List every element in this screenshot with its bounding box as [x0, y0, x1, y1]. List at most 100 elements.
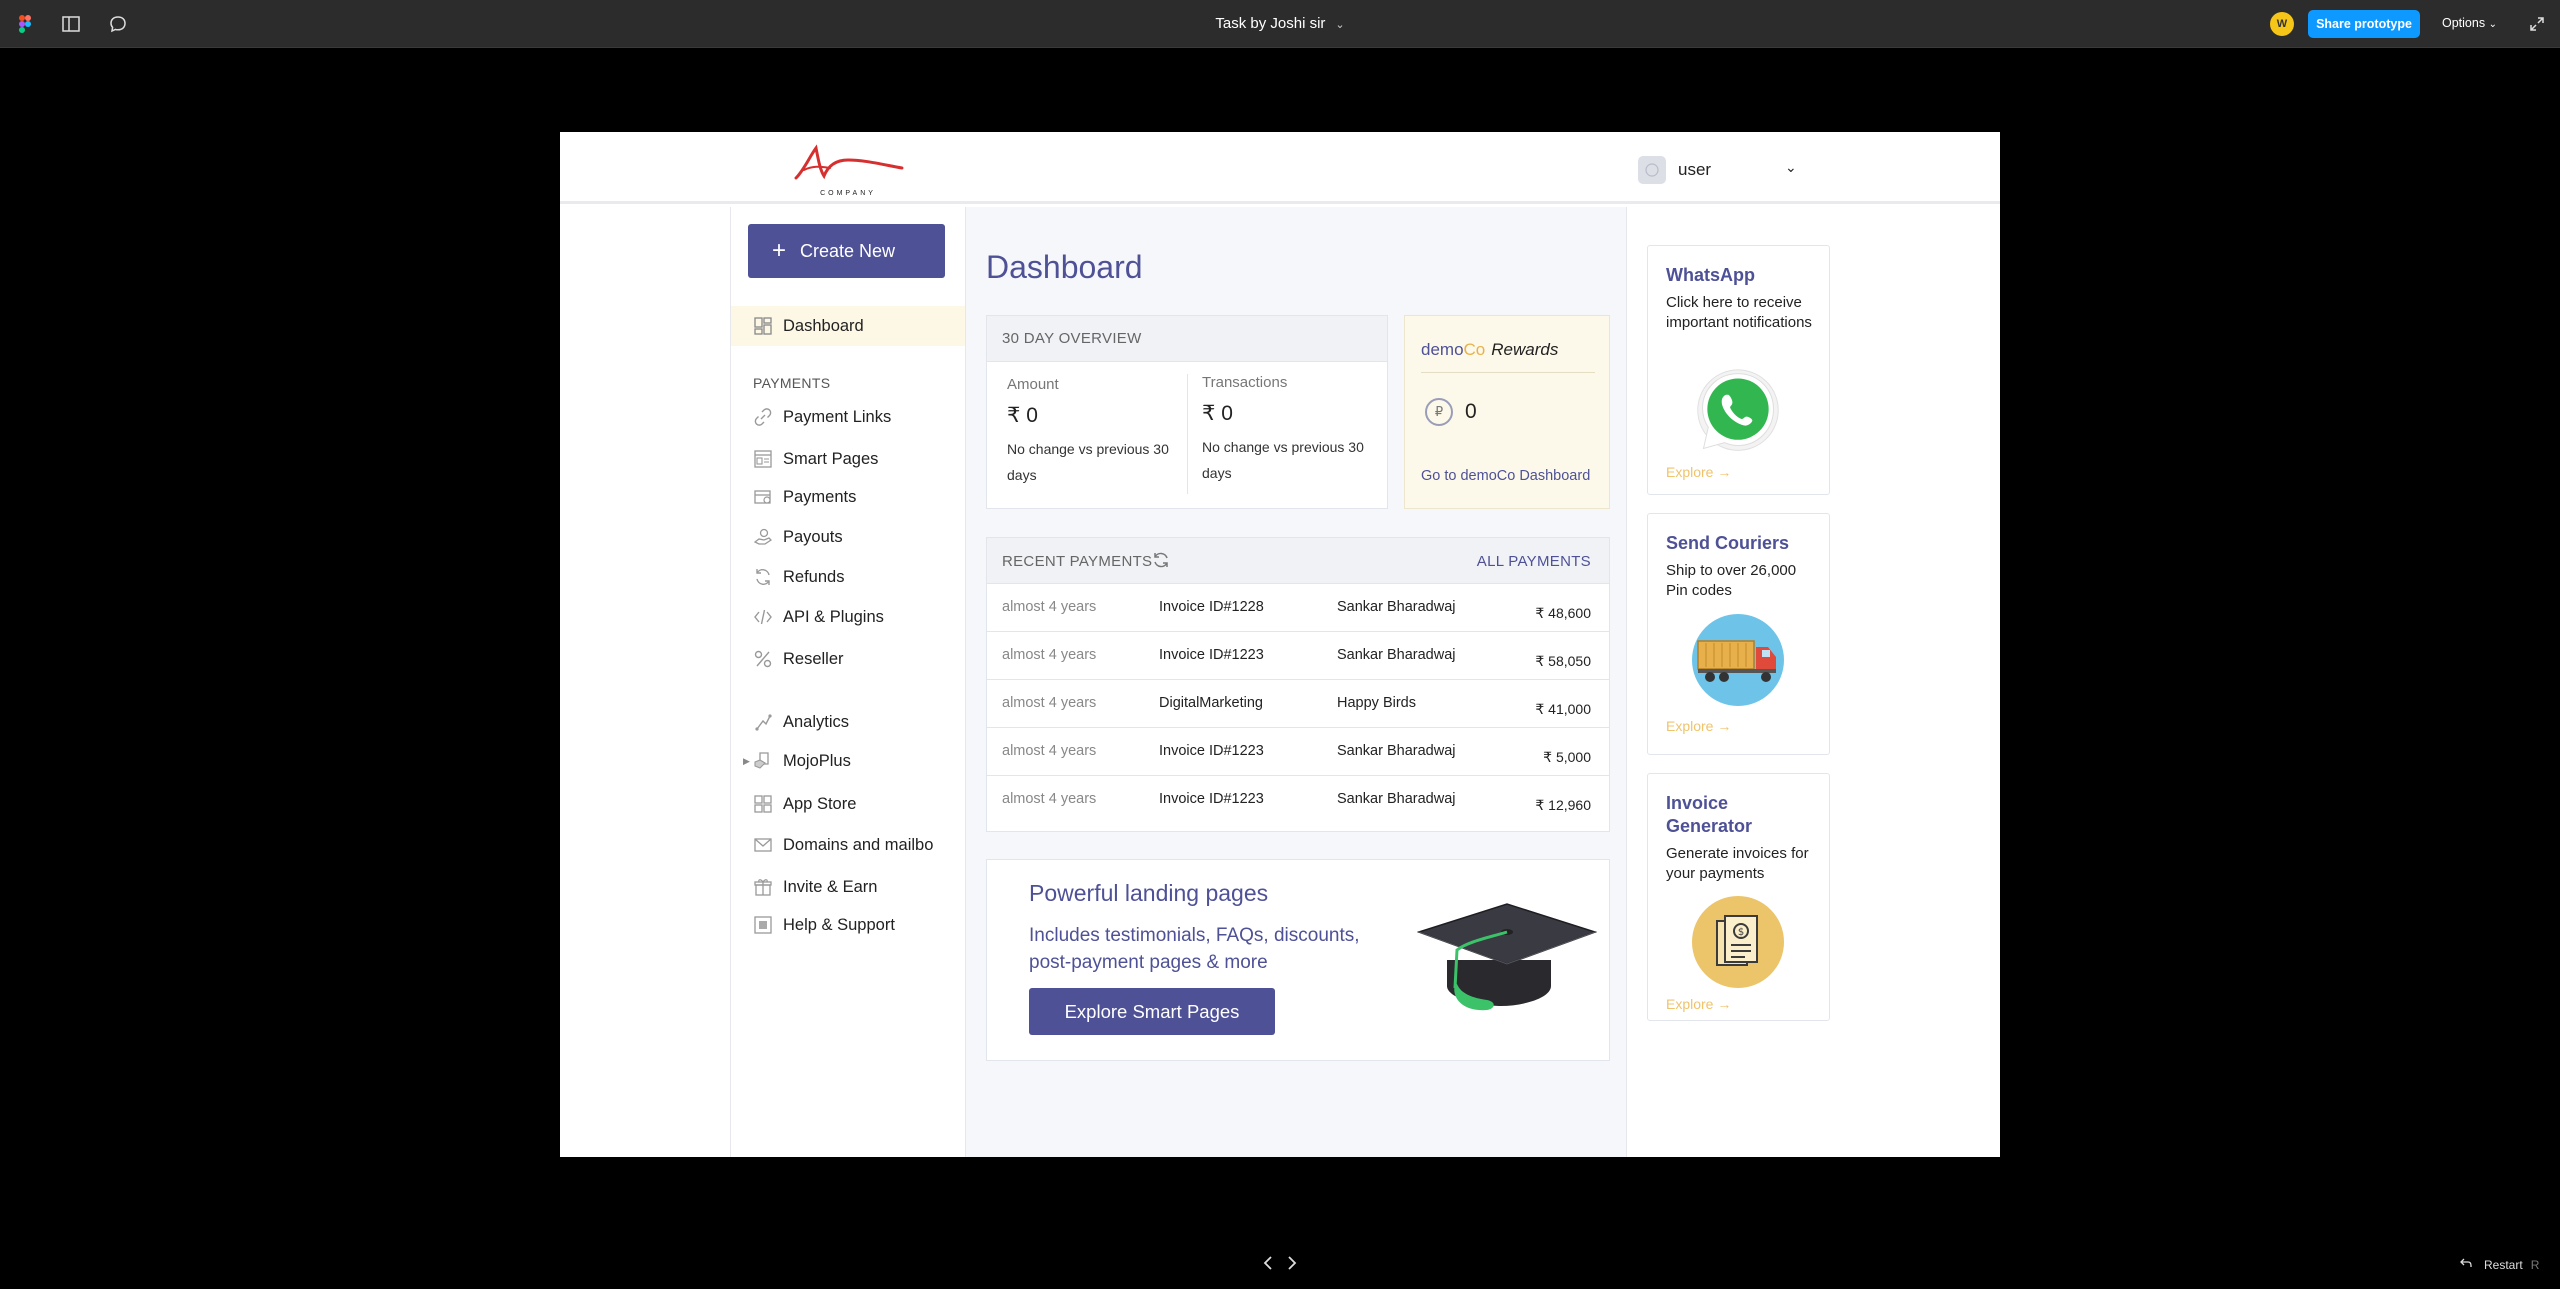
- sidebar-item-analytics[interactable]: Analytics: [731, 702, 965, 742]
- card-description: Ship to over 26,000 Pin codes: [1666, 562, 1797, 599]
- rewards-dashboard-link[interactable]: Go to demoCo Dashboard: [1421, 468, 1590, 484]
- rewards-title: demoCo Rewards: [1421, 340, 1558, 360]
- card-description: Generate invoices for your payments: [1666, 845, 1809, 882]
- table-row[interactable]: almost 4 years Invoice ID#1223 Sankar Bh…: [987, 728, 1609, 776]
- page-title: Dashboard: [986, 249, 1143, 285]
- sidebar-item-invite-earn[interactable]: Invite & Earn: [731, 867, 965, 907]
- refund-icon: [753, 567, 773, 587]
- chevron-down-icon: ⌄: [1335, 19, 1345, 31]
- divider: [1421, 372, 1595, 373]
- sidebar-item-api-plugins[interactable]: API & Plugins: [731, 597, 965, 637]
- sidebar-item-label: Payment Links: [783, 407, 892, 426]
- sidebar-item-help-support[interactable]: Help & Support: [731, 905, 965, 945]
- create-new-button[interactable]: + Create New: [748, 224, 945, 278]
- options-menu[interactable]: Options ⌄: [2442, 16, 2497, 30]
- avatar[interactable]: W: [2270, 12, 2294, 36]
- recent-payments-heading: RECENT PAYMENTS: [1002, 553, 1153, 570]
- sidebar-item-label: Payouts: [783, 527, 843, 546]
- refresh-icon[interactable]: [1152, 551, 1170, 569]
- card-title: WhatsApp: [1666, 265, 1755, 285]
- sidebar-item-smart-pages[interactable]: Smart Pages: [731, 439, 965, 479]
- app-store-icon: [753, 794, 773, 814]
- share-prototype-button[interactable]: Share prototype: [2308, 10, 2420, 38]
- truck-icon: [1692, 614, 1784, 706]
- file-title[interactable]: Task by Joshi sir ⌄: [0, 15, 2560, 32]
- section-label-payments: PAYMENTS: [753, 375, 831, 391]
- sidebar-item-label: MojoPlus: [783, 751, 851, 770]
- previous-frame-icon[interactable]: [1260, 1254, 1276, 1272]
- payment-reference: Invoice ID#1223: [1159, 647, 1264, 663]
- explore-link[interactable]: Explore →: [1666, 996, 1731, 1012]
- all-payments-link[interactable]: ALL PAYMENTS: [1477, 553, 1591, 570]
- company-logo[interactable]: COMPANY: [790, 140, 906, 198]
- payment-time: almost 4 years: [1002, 695, 1097, 711]
- overview-card: 30 DAY OVERVIEW Amount ₹ 0 No change vs …: [986, 315, 1388, 509]
- restart-button[interactable]: Restart R: [2460, 1257, 2539, 1272]
- help-icon: [753, 915, 773, 935]
- graduation-cap-icon: [1416, 898, 1598, 1018]
- sidebar-item-label: Invite & Earn: [783, 877, 878, 896]
- table-row[interactable]: almost 4 years Invoice ID#1228 Sankar Bh…: [987, 584, 1609, 632]
- sidebar-item-label: Analytics: [783, 712, 850, 731]
- payment-time: almost 4 years: [1002, 647, 1097, 663]
- amount-label: Amount: [1007, 376, 1059, 393]
- rewards-brand-part1: demo: [1421, 340, 1464, 359]
- table-row[interactable]: almost 4 years DigitalMarketing Happy Bi…: [987, 680, 1609, 728]
- transactions-label: Transactions: [1202, 374, 1288, 391]
- explore-smart-pages-button[interactable]: Explore Smart Pages: [1029, 988, 1275, 1035]
- sidebar-item-reseller[interactable]: Reseller: [731, 639, 965, 679]
- expand-icon[interactable]: [2526, 13, 2548, 35]
- app-header: COMPANY user ⌄: [560, 132, 2000, 204]
- restart-icon: [2460, 1257, 2472, 1272]
- table-row[interactable]: almost 4 years Invoice ID#1223 Sankar Bh…: [987, 632, 1609, 680]
- expand-arrow-icon[interactable]: ▶: [743, 756, 750, 767]
- payment-amount: ₹ 58,050: [1535, 653, 1591, 669]
- sidebar-item-mojoplus[interactable]: ▶ MojoPlus: [731, 741, 965, 781]
- sidebar-item-payment-links[interactable]: Payment Links: [731, 397, 965, 437]
- payouts-icon: [753, 527, 773, 547]
- plus-icon: +: [772, 237, 787, 264]
- mail-icon: [753, 835, 773, 855]
- logo-text: COMPANY: [820, 190, 876, 197]
- file-title-text: Task by Joshi sir: [1215, 15, 1326, 32]
- card-title: Send Couriers: [1666, 533, 1790, 553]
- figma-toolbar: Task by Joshi sir ⌄ W Share prototype Opt…: [0, 0, 2560, 48]
- sidebar-item-dashboard[interactable]: Dashboard: [731, 306, 965, 346]
- user-menu[interactable]: user ⌄: [1638, 154, 1798, 186]
- invoice-generator-card[interactable]: Invoice Generator Generate invoices for …: [1647, 773, 1830, 1021]
- link-icon: [753, 407, 773, 427]
- payment-time: almost 4 years: [1002, 743, 1097, 759]
- payment-amount: ₹ 12,960: [1535, 797, 1591, 813]
- sidebar-item-label: Refunds: [783, 567, 845, 586]
- send-couriers-card[interactable]: Send Couriers Ship to over 26,000 Pin co…: [1647, 513, 1830, 755]
- table-row[interactable]: almost 4 years Invoice ID#1223 Sankar Bh…: [987, 776, 1609, 824]
- payment-reference: DigitalMarketing: [1159, 695, 1263, 711]
- card-title: Invoice Generator: [1666, 793, 1753, 836]
- payment-amount: ₹ 5,000: [1543, 749, 1591, 765]
- coin-icon: ₽: [1425, 398, 1453, 426]
- explore-link[interactable]: Explore →: [1666, 464, 1731, 480]
- payment-reference: Invoice ID#1223: [1159, 743, 1264, 759]
- sidebar-item-label: Help & Support: [783, 915, 895, 934]
- payment-time: almost 4 years: [1002, 599, 1097, 615]
- chevron-down-icon: ⌄: [1785, 159, 1797, 175]
- sidebar-item-domains[interactable]: Domains and mailbo: [731, 825, 965, 865]
- recent-payments-card: RECENT PAYMENTS ALL PAYMENTS almost 4 ye…: [986, 537, 1610, 832]
- sidebar-item-label: App Store: [783, 794, 857, 813]
- mojoplus-icon: [753, 751, 773, 771]
- prototype-frame: COMPANY user ⌄ + Create New Dashboard PA…: [560, 132, 2000, 1157]
- options-label: Options: [2442, 16, 2486, 30]
- sidebar-item-payouts[interactable]: Payouts: [731, 517, 965, 557]
- next-frame-icon[interactable]: [1284, 1254, 1300, 1272]
- transactions-value: ₹ 0: [1202, 402, 1233, 425]
- sidebar-item-app-store[interactable]: App Store: [731, 784, 965, 824]
- explore-link[interactable]: Explore →: [1666, 718, 1731, 734]
- rewards-points: 0: [1465, 400, 1477, 423]
- rewards-brand-part2: Co: [1463, 340, 1486, 359]
- sidebar-item-refunds[interactable]: Refunds: [731, 557, 965, 597]
- payment-reference: Invoice ID#1228: [1159, 599, 1264, 615]
- invoice-icon: $: [1692, 896, 1784, 988]
- sidebar-item-payments[interactable]: Payments: [731, 477, 965, 517]
- restart-shortcut: R: [2530, 1257, 2540, 1272]
- whatsapp-card[interactable]: WhatsApp Click here to receive important…: [1647, 245, 1830, 495]
